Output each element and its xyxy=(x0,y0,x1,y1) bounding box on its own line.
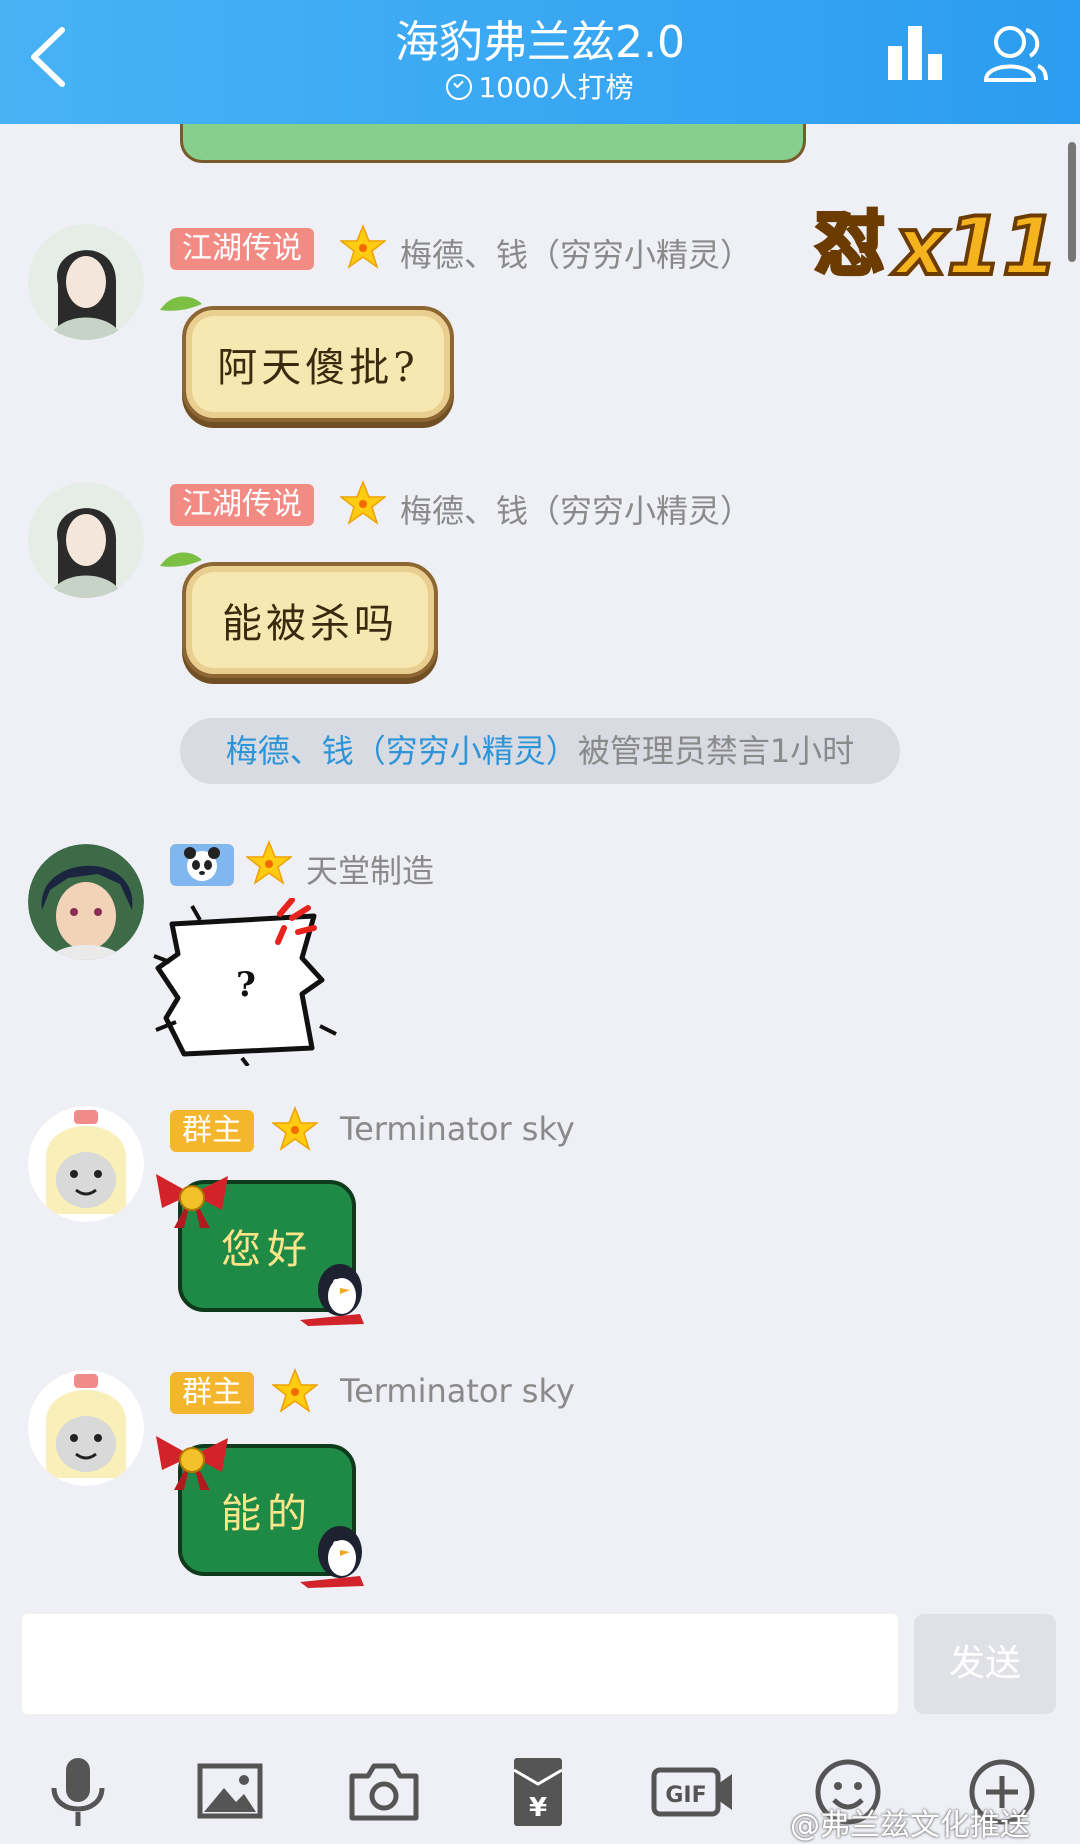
message-bubble[interactable]: 阿天傻批? xyxy=(182,306,454,422)
title-badge: 江湖传说 xyxy=(170,484,314,526)
panda-badge xyxy=(170,844,234,886)
red-packet-icon[interactable]: ¥ xyxy=(498,1752,578,1832)
sticker-text: ? xyxy=(236,965,256,1005)
chat-header: 海豹弗兰兹2.0 1000人打榜 xyxy=(0,0,1080,124)
star-icon xyxy=(340,224,386,269)
leaf-icon xyxy=(160,296,202,311)
svg-text:¥: ¥ xyxy=(529,1793,547,1823)
star-icon xyxy=(246,840,292,885)
send-button[interactable]: 发送 xyxy=(914,1614,1056,1714)
message-bubble[interactable]: 能被杀吗 xyxy=(182,562,438,678)
combo-counter: 怼 x11 xyxy=(813,198,1055,290)
combo-label: 怼 xyxy=(815,202,885,285)
muted-user-link[interactable]: 梅德、钱（穷穷小精灵） xyxy=(226,732,578,770)
christmas-bow-icon xyxy=(156,1174,228,1228)
gif-icon[interactable]: GIF xyxy=(650,1752,736,1832)
avatar[interactable] xyxy=(28,482,144,598)
title-badge: 江湖传说 xyxy=(170,228,314,270)
angry-sticker[interactable]: ? xyxy=(152,898,337,1066)
group-members-icon[interactable] xyxy=(980,18,1050,88)
panda-icon xyxy=(184,847,220,881)
system-notice: 梅德、钱（穷穷小精灵）被管理员禁言1小时 xyxy=(180,718,900,784)
star-icon xyxy=(272,1368,318,1413)
penguin-icon xyxy=(300,1264,364,1326)
sender-name[interactable]: Terminator sky xyxy=(340,1110,575,1148)
rank-label: 1000人打榜 xyxy=(478,71,634,104)
star-icon xyxy=(272,1106,318,1151)
owner-badge: 群主 xyxy=(170,1372,254,1414)
sender-name[interactable]: 梅德、钱（穷穷小精灵） xyxy=(400,230,752,276)
camera-icon[interactable] xyxy=(344,1752,424,1832)
avatar[interactable] xyxy=(28,1370,144,1486)
star-icon xyxy=(340,480,386,525)
christmas-bow-icon xyxy=(156,1436,228,1490)
owner-badge: 群主 xyxy=(170,1110,254,1152)
penguin-icon xyxy=(300,1526,364,1588)
leaf-icon xyxy=(160,552,202,567)
sender-name[interactable]: 梅德、钱（穷穷小精灵） xyxy=(400,486,752,532)
system-notice-text: 被管理员禁言1小时 xyxy=(577,732,855,770)
avatar[interactable] xyxy=(28,1106,144,1222)
bar-chart-icon[interactable] xyxy=(880,18,950,88)
watermark: @弗兰兹文化推送 xyxy=(790,1808,1030,1843)
svg-text:GIF: GIF xyxy=(665,1783,706,1808)
image-icon[interactable] xyxy=(190,1752,270,1832)
combo-count: x11 xyxy=(891,200,1055,290)
check-circle-icon xyxy=(446,74,473,100)
scrollbar[interactable] xyxy=(1068,142,1076,262)
avatar[interactable] xyxy=(28,844,144,960)
sender-name[interactable]: Terminator sky xyxy=(340,1372,575,1410)
mic-icon[interactable] xyxy=(38,1752,118,1832)
avatar[interactable] xyxy=(28,224,144,340)
sender-name[interactable]: 天堂制造 xyxy=(306,846,434,892)
message-input[interactable] xyxy=(22,1614,898,1714)
previous-message-bubble xyxy=(180,124,806,163)
